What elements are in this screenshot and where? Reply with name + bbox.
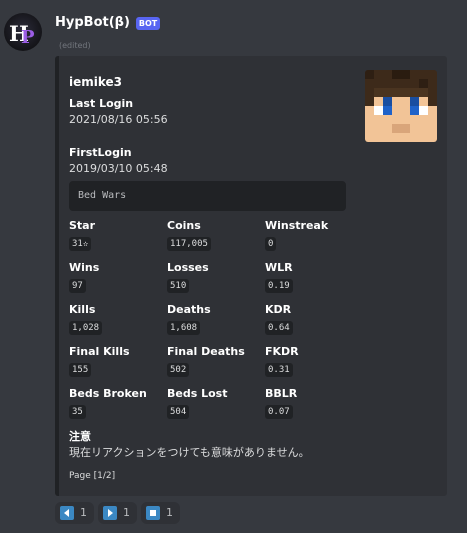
last-login-value: 2021/08/16 05:56 <box>69 113 168 126</box>
embed-footer: Page [1/2] <box>69 471 116 481</box>
stat-value-star: 31✫ <box>69 237 92 251</box>
player-head-thumbnail[interactable] <box>365 70 437 142</box>
embed-title: iemike3 <box>69 75 123 89</box>
game-mode-codeblock: Bed Wars <box>69 181 346 211</box>
svg-text:P: P <box>21 27 35 48</box>
stat-value-final-deaths: 502 <box>167 363 190 377</box>
stat-label-wlr: WLR <box>265 261 293 274</box>
reactions-bar: 1 1 1 <box>55 502 180 524</box>
last-login-label: Last Login <box>69 97 134 110</box>
stat-label-star: Star <box>69 219 96 232</box>
reaction-next[interactable]: 1 <box>98 502 137 524</box>
note-text: 現在リアクションをつけても意味がありません。 <box>69 446 310 459</box>
stat-value-winstreak: 0 <box>265 237 277 251</box>
embed-card: iemike3 Last Login 2021/08/16 05:56 Firs… <box>55 56 447 496</box>
arrow-left-icon <box>60 506 74 520</box>
stat-value-losses: 510 <box>167 279 190 293</box>
stat-value-coins: 117,005 <box>167 237 211 251</box>
stat-value-wins: 97 <box>69 279 86 293</box>
bot-avatar[interactable]: H P <box>4 13 42 51</box>
stat-label-losses: Losses <box>167 261 209 274</box>
stat-label-final-deaths: Final Deaths <box>167 345 245 358</box>
stop-square-icon <box>146 506 160 520</box>
reaction-count: 1 <box>80 506 87 519</box>
note-title: 注意 <box>69 430 91 443</box>
stat-label-winstreak: Winstreak <box>265 219 329 232</box>
stat-label-bblr: BBLR <box>265 387 298 400</box>
message-header: HypBot(β) BOT <box>55 14 161 32</box>
stat-label-wins: Wins <box>69 261 100 274</box>
reaction-count: 1 <box>166 506 173 519</box>
stat-value-final-kills: 155 <box>69 363 92 377</box>
arrow-right-icon <box>103 506 117 520</box>
stat-value-beds-lost: 504 <box>167 405 190 419</box>
stat-label-fkdr: FKDR <box>265 345 299 358</box>
stat-label-coins: Coins <box>167 219 201 232</box>
first-login-label: FirstLogin <box>69 146 132 159</box>
stat-value-bblr: 0.07 <box>265 405 293 419</box>
stat-value-fkdr: 0.31 <box>265 363 293 377</box>
stat-value-deaths: 1,608 <box>167 321 201 335</box>
stat-value-wlr: 0.19 <box>265 279 293 293</box>
stat-label-beds-broken: Beds Broken <box>69 387 147 400</box>
stat-value-kdr: 0.64 <box>265 321 293 335</box>
stat-label-deaths: Deaths <box>167 303 211 316</box>
reaction-previous[interactable]: 1 <box>55 502 94 524</box>
stat-label-kdr: KDR <box>265 303 292 316</box>
reaction-stop[interactable]: 1 <box>141 502 180 524</box>
edited-label: (edited) <box>59 41 91 50</box>
stat-label-kills: Kills <box>69 303 96 316</box>
first-login-value: 2019/03/10 05:48 <box>69 162 168 175</box>
author-name[interactable]: HypBot(β) <box>55 14 130 32</box>
reaction-count: 1 <box>123 506 130 519</box>
stat-value-kills: 1,028 <box>69 321 103 335</box>
bot-badge: BOT <box>135 16 161 30</box>
stat-label-final-kills: Final Kills <box>69 345 130 358</box>
stat-value-beds-broken: 35 <box>69 405 86 419</box>
stat-label-beds-lost: Beds Lost <box>167 387 228 400</box>
